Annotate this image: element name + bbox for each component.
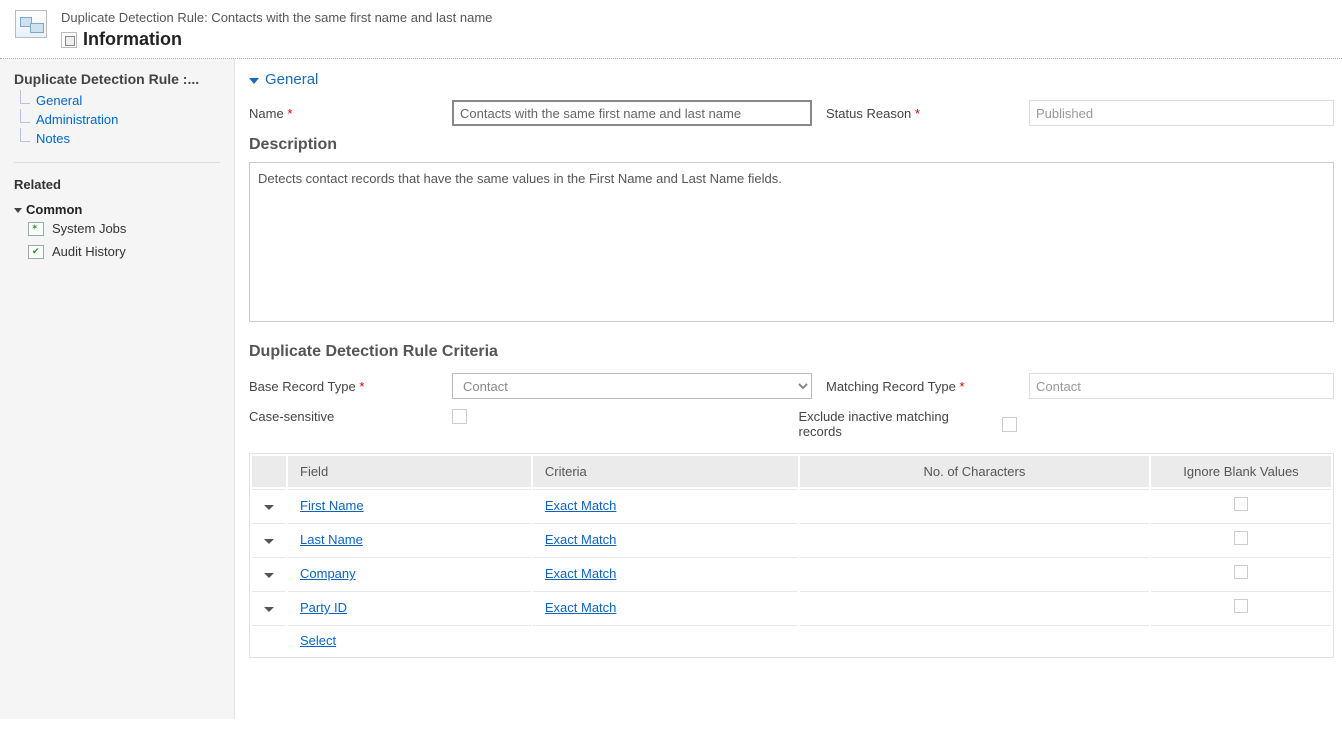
- base-record-type-label: Base Record Type *: [249, 379, 444, 394]
- sidebar-item-general[interactable]: General: [14, 91, 220, 110]
- related-label: Related: [14, 177, 220, 192]
- case-sensitive-checkbox[interactable]: [452, 409, 467, 424]
- chevron-down-icon[interactable]: [264, 532, 274, 547]
- entity-icon: [15, 10, 47, 38]
- sidebar-title: Duplicate Detection Rule :...: [14, 71, 220, 87]
- criteria-link[interactable]: Exact Match: [545, 566, 617, 581]
- criteria-link[interactable]: Exact Match: [545, 600, 617, 615]
- col-field: Field: [288, 456, 531, 487]
- collapse-icon: [249, 71, 261, 88]
- matching-record-type-field[interactable]: Contact: [1029, 373, 1334, 399]
- criteria-section-header: Duplicate Detection Rule Criteria: [249, 343, 1334, 361]
- page-header: Duplicate Detection Rule: Contacts with …: [0, 0, 1342, 59]
- name-input[interactable]: [452, 100, 812, 126]
- table-row[interactable]: First Name Exact Match: [252, 489, 1331, 521]
- ignore-blank-checkbox[interactable]: [1234, 531, 1248, 545]
- table-row-select[interactable]: Select: [252, 625, 1331, 655]
- related-item-audit-history[interactable]: Audit History: [14, 240, 220, 263]
- ignore-blank-checkbox[interactable]: [1234, 565, 1248, 579]
- field-link[interactable]: Last Name: [300, 532, 363, 547]
- sidebar-common-toggle[interactable]: Common: [14, 202, 220, 217]
- sidebar-item-notes[interactable]: Notes: [14, 129, 220, 148]
- information-icon: [61, 32, 77, 48]
- sidebar: Duplicate Detection Rule :... General Ad…: [0, 59, 235, 719]
- related-item-system-jobs[interactable]: System Jobs: [14, 217, 220, 240]
- criteria-link[interactable]: Exact Match: [545, 498, 617, 513]
- field-link[interactable]: Company: [300, 566, 356, 581]
- criteria-link[interactable]: Exact Match: [545, 532, 617, 547]
- col-ignore-blank: Ignore Blank Values: [1151, 456, 1331, 487]
- section-general-header[interactable]: General: [249, 71, 1334, 88]
- field-link[interactable]: Party ID: [300, 600, 347, 615]
- system-jobs-icon: [28, 222, 44, 236]
- status-reason-label: Status Reason *: [826, 106, 1021, 121]
- chevron-down-icon[interactable]: [264, 566, 274, 581]
- exclude-inactive-checkbox[interactable]: [1002, 417, 1017, 432]
- description-textarea[interactable]: [249, 162, 1334, 322]
- description-label: Description: [249, 136, 1334, 154]
- case-sensitive-label: Case-sensitive: [249, 409, 444, 424]
- main-panel: General Name * Status Reason * Published…: [235, 59, 1342, 719]
- chevron-down-icon[interactable]: [264, 600, 274, 615]
- page-title: Information: [83, 29, 182, 50]
- chevron-down-icon[interactable]: [264, 498, 274, 513]
- status-reason-field[interactable]: Published: [1029, 100, 1334, 126]
- criteria-table: Field Criteria No. of Characters Ignore …: [249, 453, 1334, 658]
- audit-history-icon: [28, 245, 44, 259]
- base-record-type-select[interactable]: Contact: [452, 373, 812, 399]
- select-link[interactable]: Select: [300, 633, 336, 648]
- name-label: Name *: [249, 106, 444, 121]
- field-link[interactable]: First Name: [300, 498, 364, 513]
- ignore-blank-checkbox[interactable]: [1234, 599, 1248, 613]
- table-row[interactable]: Last Name Exact Match: [252, 523, 1331, 555]
- ignore-blank-checkbox[interactable]: [1234, 497, 1248, 511]
- col-criteria: Criteria: [533, 456, 798, 487]
- breadcrumb: Duplicate Detection Rule: Contacts with …: [61, 10, 1327, 25]
- col-no-chars: No. of Characters: [800, 456, 1149, 487]
- sidebar-item-administration[interactable]: Administration: [14, 110, 220, 129]
- table-row[interactable]: Company Exact Match: [252, 557, 1331, 589]
- exclude-inactive-label: Exclude inactive matching records: [799, 409, 994, 439]
- matching-record-type-label: Matching Record Type *: [826, 379, 1021, 394]
- table-row[interactable]: Party ID Exact Match: [252, 591, 1331, 623]
